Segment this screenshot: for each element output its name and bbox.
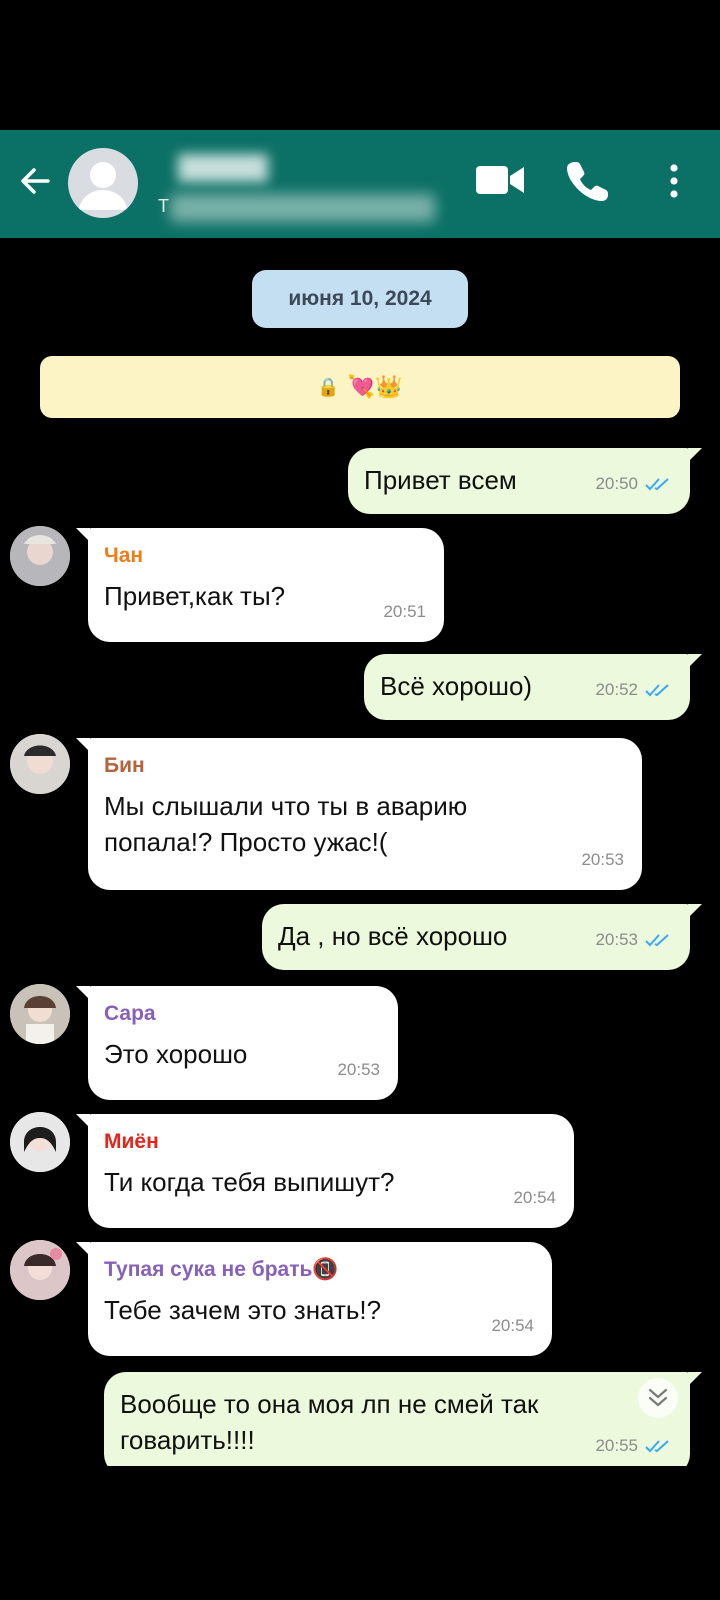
message-meta: 20:54: [513, 1180, 556, 1216]
lock-icon: 🔒: [317, 376, 340, 397]
message-meta: 20:53: [337, 1052, 380, 1088]
message-meta: 20:53: [595, 922, 672, 958]
message-text: Мы слышали что ты в аварию попала!? Прос…: [104, 791, 468, 857]
message-text: Да , но всё хорошо: [278, 921, 508, 951]
incoming-message[interactable]: Сара Это хорошо 20:53: [76, 986, 398, 1100]
profile-photo: [10, 984, 70, 1044]
outgoing-message[interactable]: Всё хорошо) 20:52: [364, 654, 702, 720]
arrow-left-icon[interactable]: [14, 160, 56, 202]
message-time: 20:52: [595, 680, 638, 699]
profile-photo: [10, 1240, 70, 1300]
message-text: Привет всем: [364, 465, 517, 495]
date-divider: июня 10, 2024: [252, 270, 468, 328]
read-ticks-icon: [645, 1440, 669, 1453]
avatar-sara[interactable]: [10, 984, 70, 1044]
profile-photo: [10, 734, 70, 794]
outgoing-message[interactable]: Привет всем 20:50: [348, 448, 702, 514]
profile-photo: [10, 526, 70, 586]
screen-bottom-area: [0, 1466, 720, 1600]
more-vertical-icon[interactable]: [660, 156, 688, 206]
message-meta: 20:50: [595, 466, 672, 502]
message-text: Это хорошо: [104, 1039, 248, 1069]
message-time: 20:54: [513, 1188, 556, 1207]
avatar-chan[interactable]: [10, 526, 70, 586]
message-meta: 20:54: [491, 1308, 534, 1344]
read-ticks-icon: [645, 684, 669, 697]
message-time: 20:50: [595, 474, 638, 493]
banner-emoji: 💘👑: [347, 374, 403, 399]
message-time: 20:51: [383, 602, 426, 621]
message-time: 20:53: [595, 930, 638, 949]
avatar-bin[interactable]: [10, 734, 70, 794]
message-time: 20:53: [337, 1060, 380, 1079]
redacted-title: [178, 154, 268, 182]
message-meta: 20:51: [383, 594, 426, 630]
message-time: 20:54: [491, 1316, 534, 1335]
message-text: Всё хорошо): [380, 671, 533, 701]
message-text: Привет,как ты?: [104, 581, 286, 611]
sender-name[interactable]: Сара: [104, 1000, 382, 1028]
message-time: 20:53: [581, 850, 624, 869]
message-meta: 20:52: [595, 672, 672, 708]
message-text: Вообще то она моя лп не смей так говарит…: [120, 1389, 539, 1455]
message-meta: 20:53: [581, 842, 624, 878]
chat-subtitle[interactable]: Т: [158, 196, 169, 217]
incoming-message[interactable]: Миён Ти когда тебя выпишут? 20:54: [76, 1114, 574, 1228]
read-ticks-icon: [645, 478, 669, 491]
video-camera-icon[interactable]: [474, 160, 526, 200]
incoming-message[interactable]: Тупая сука не брать📵 Тебе зачем это знат…: [76, 1242, 552, 1356]
message-time: 20:55: [595, 1436, 638, 1455]
chevron-double-down-icon: [648, 1388, 668, 1407]
message-meta: 20:55: [595, 1428, 672, 1464]
outgoing-message[interactable]: Вообще то она моя лп не смей так говарит…: [104, 1372, 702, 1476]
incoming-message[interactable]: Чан Привет,как ты? 20:51: [76, 528, 444, 642]
sender-name[interactable]: Чан: [104, 542, 428, 570]
encryption-banner[interactable]: 🔒 💘👑: [40, 356, 680, 418]
profile-photo: [10, 1112, 70, 1172]
read-ticks-icon: [645, 934, 669, 947]
chat-header: Т: [0, 130, 720, 238]
default-avatar-icon: [78, 162, 128, 210]
avatar-tupaya[interactable]: [10, 1240, 70, 1300]
avatar-mien[interactable]: [10, 1112, 70, 1172]
incoming-message[interactable]: Бин Мы слышали что ты в аварию попала!? …: [76, 738, 642, 890]
message-text: Тебе зачем это знать!?: [104, 1295, 382, 1325]
sender-name[interactable]: Бин: [104, 752, 626, 780]
scroll-down-button[interactable]: [638, 1378, 678, 1418]
sender-name[interactable]: Тупая сука не брать📵: [104, 1256, 536, 1284]
message-text: Ти когда тебя выпишут?: [104, 1167, 395, 1197]
sender-name[interactable]: Миён: [104, 1128, 558, 1156]
group-avatar[interactable]: [68, 148, 138, 218]
redacted-subtitle: [170, 194, 435, 222]
phone-icon[interactable]: [566, 158, 610, 202]
outgoing-message[interactable]: Да , но всё хорошо 20:53: [262, 904, 702, 970]
